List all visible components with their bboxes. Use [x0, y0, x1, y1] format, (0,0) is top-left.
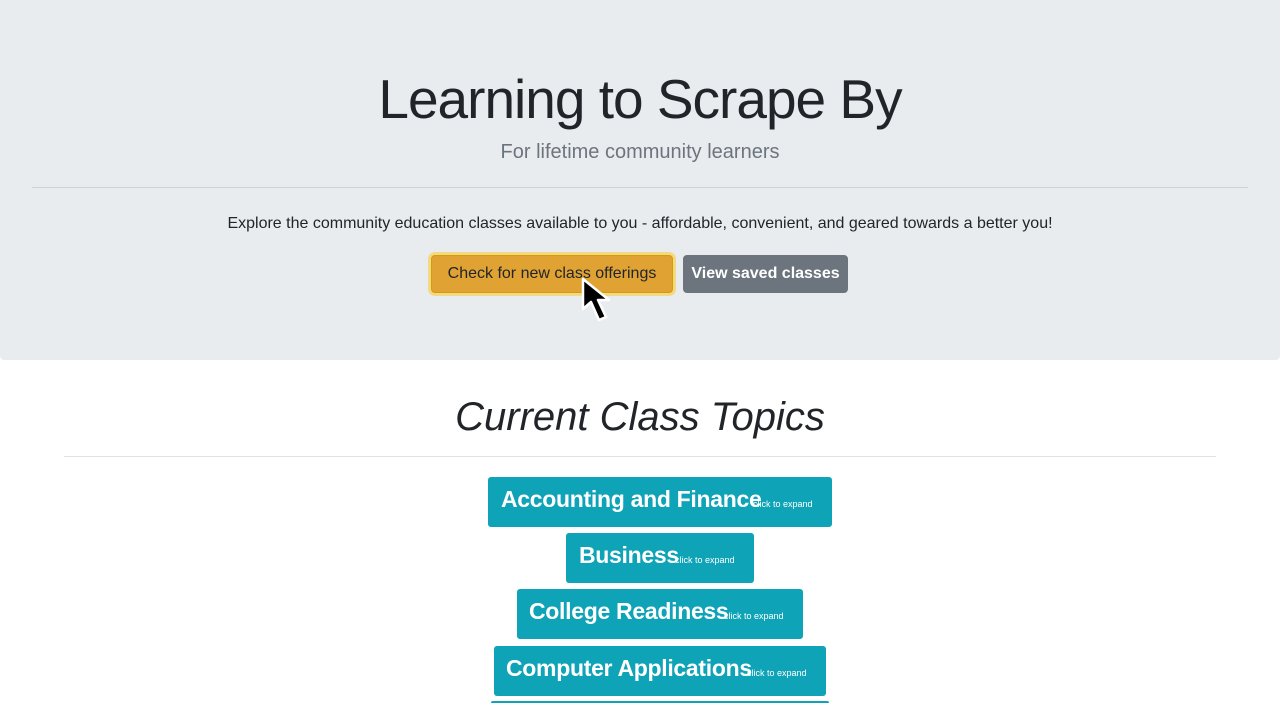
- topic-label: Business: [579, 542, 679, 568]
- hero-jumbotron: Learning to Scrape By For lifetime commu…: [0, 0, 1280, 360]
- topic-computer-applications-button[interactable]: Computer Applications click to expand: [494, 646, 826, 696]
- expand-hint: click to expand: [753, 499, 813, 509]
- hero-divider: [32, 187, 1248, 188]
- topic-label: Computer Applications: [506, 655, 752, 681]
- expand-hint: click to expand: [675, 555, 735, 565]
- view-saved-classes-button[interactable]: View saved classes: [683, 255, 848, 293]
- hero-lead-text: Explore the community education classes …: [227, 215, 1053, 232]
- check-new-offerings-button[interactable]: Check for new class offerings: [431, 255, 673, 293]
- topic-business-button[interactable]: Business click to expand: [566, 533, 754, 583]
- section-title: Current Class Topics: [455, 395, 825, 439]
- expand-hint: click to expand: [724, 611, 784, 621]
- topic-college-readiness-button[interactable]: College Readiness click to expand: [517, 589, 803, 639]
- expand-hint: click to expand: [747, 668, 807, 678]
- page-title: Learning to Scrape By: [378, 68, 902, 130]
- topic-label: Accounting and Finance: [501, 486, 762, 512]
- topic-label: College Readiness: [529, 598, 729, 624]
- section-divider: [64, 456, 1216, 457]
- topic-accounting-and-finance-button[interactable]: Accounting and Finance click to expand: [488, 477, 832, 527]
- page-subtitle: For lifetime community learners: [500, 141, 780, 163]
